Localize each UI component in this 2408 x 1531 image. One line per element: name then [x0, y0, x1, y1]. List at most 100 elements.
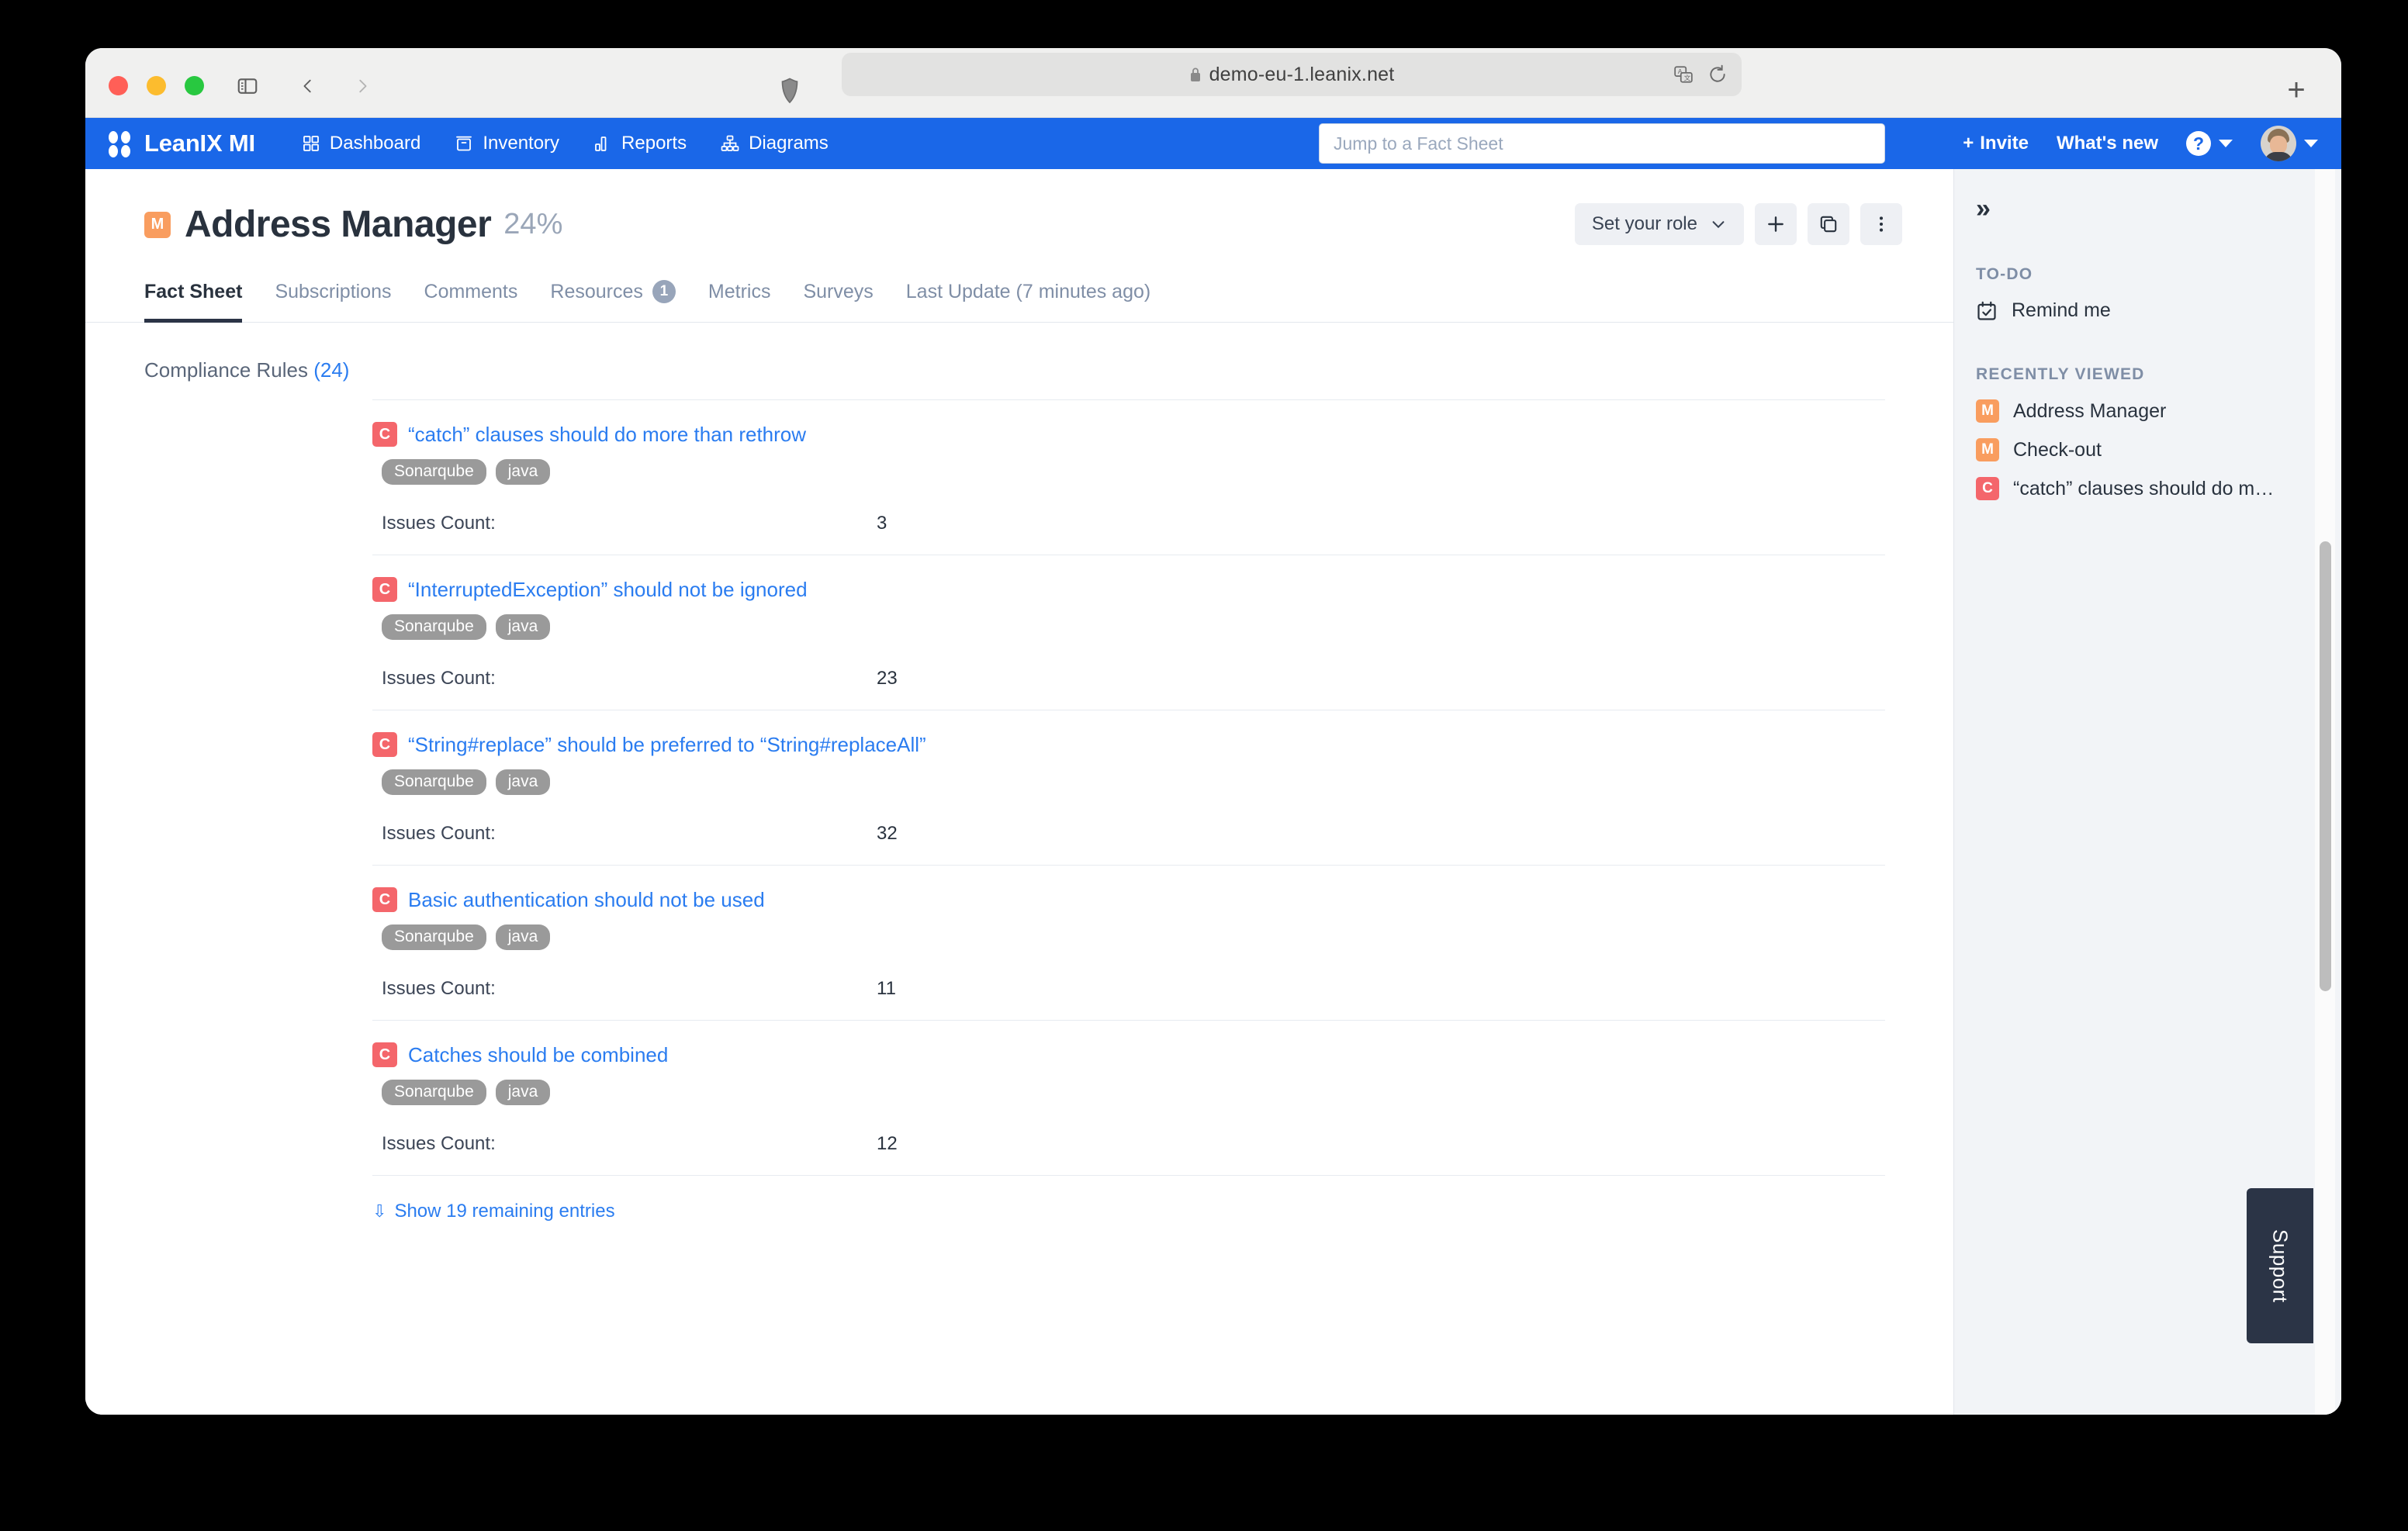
forward-button[interactable] — [349, 73, 375, 99]
fact-sheet-tabs: Fact Sheet Subscriptions Comments Resour… — [85, 280, 1953, 323]
tag-list: Sonarqube java — [382, 769, 1885, 795]
issues-count-value: 11 — [877, 978, 896, 999]
duplicate-button[interactable] — [1808, 203, 1849, 245]
page-title: Address Manager — [185, 204, 492, 245]
tab-metrics[interactable]: Metrics — [708, 281, 771, 323]
tag[interactable]: Sonarqube — [382, 769, 486, 795]
new-tab-button[interactable]: + — [2281, 74, 2312, 105]
tag-list: Sonarqube java — [382, 924, 1885, 950]
tab-fact-sheet[interactable]: Fact Sheet — [144, 281, 243, 323]
lock-icon — [1190, 67, 1200, 81]
show-remaining-entries-button[interactable]: ⇩ Show 19 remaining entries — [372, 1175, 1885, 1222]
support-tab-button[interactable]: Support — [2247, 1188, 2313, 1343]
brand-logo[interactable]: LeanIX MI — [109, 130, 255, 157]
issues-count-label: Issues Count: — [382, 668, 496, 689]
rule-link[interactable]: Basic authentication should not be used — [408, 888, 765, 912]
list-item: C “String#replace” should be preferred t… — [372, 710, 1885, 865]
sidebar-item-check-out[interactable]: M Check-out — [1976, 438, 2341, 461]
tag-list: Sonarqube java — [382, 459, 1885, 485]
minimize-window-button[interactable] — [147, 76, 166, 95]
tag[interactable]: java — [495, 924, 551, 950]
tag[interactable]: java — [495, 614, 551, 640]
tab-last-update[interactable]: Last Update (7 minutes ago) — [906, 281, 1150, 323]
nav-item-dashboard[interactable]: Dashboard — [302, 133, 420, 154]
sidebar-item-label: Address Manager — [2013, 399, 2167, 422]
list-item: C “InterruptedException” should not be i… — [372, 555, 1885, 710]
search-input[interactable] — [1319, 123, 1885, 164]
tab-comments[interactable]: Comments — [424, 281, 518, 323]
rule-metadata: Issues Count: 3 — [382, 513, 1885, 534]
tag[interactable]: Sonarqube — [382, 459, 486, 485]
tab-subscriptions[interactable]: Subscriptions — [275, 281, 391, 323]
nav-item-diagrams[interactable]: Diagrams — [721, 133, 829, 154]
rule-title-row: C “String#replace” should be preferred t… — [372, 732, 1885, 757]
tab-surveys[interactable]: Surveys — [803, 281, 873, 323]
tag[interactable]: java — [495, 1080, 551, 1105]
collapse-sidebar-button[interactable]: » — [1976, 195, 2341, 222]
invite-label: Invite — [1980, 133, 2029, 154]
sidebar-item-catch-clauses[interactable]: C “catch” clauses should do m… — [1976, 477, 2341, 500]
rule-link[interactable]: “String#replace” should be preferred to … — [408, 733, 926, 757]
more-options-button[interactable] — [1860, 203, 1902, 245]
bar-chart-icon — [593, 134, 612, 153]
maximize-window-button[interactable] — [185, 76, 204, 95]
tab-label: Metrics — [708, 281, 771, 302]
user-menu[interactable] — [2261, 126, 2318, 161]
help-menu[interactable]: ? — [2186, 131, 2233, 156]
rule-link[interactable]: “catch” clauses should do more than reth… — [408, 423, 806, 447]
page-scrollbar[interactable] — [2315, 169, 2335, 1415]
window-controls — [109, 76, 204, 95]
scrollbar-thumb[interactable] — [2320, 541, 2331, 991]
shield-icon[interactable] — [780, 78, 799, 104]
rule-title-row: C “catch” clauses should do more than re… — [372, 422, 1885, 447]
set-role-label: Set your role — [1591, 213, 1697, 234]
chevron-down-icon — [2219, 140, 2233, 147]
tag-list: Sonarqube java — [382, 614, 1885, 640]
reload-icon[interactable] — [1707, 64, 1728, 85]
address-bar-actions: A 文 — [1673, 64, 1728, 85]
rule-metadata: Issues Count: 23 — [382, 668, 1885, 689]
tag[interactable]: Sonarqube — [382, 1080, 486, 1105]
nav-item-inventory[interactable]: Inventory — [455, 133, 559, 154]
tag[interactable]: java — [495, 459, 551, 485]
sidebar-item-address-manager[interactable]: M Address Manager — [1976, 399, 2341, 423]
duplicate-icon — [1820, 216, 1837, 233]
back-button[interactable] — [295, 73, 321, 99]
page-header: M Address Manager 24% Set your role — [85, 169, 1953, 246]
archive-icon — [455, 134, 473, 153]
tag[interactable]: Sonarqube — [382, 924, 486, 950]
svg-text:A: A — [1678, 67, 1683, 75]
rule-title-row: C “InterruptedException” should not be i… — [372, 577, 1885, 602]
brand-name: LeanIX MI — [144, 130, 255, 157]
nav-label-reports: Reports — [621, 133, 687, 154]
tab-resources[interactable]: Resources 1 — [550, 280, 676, 323]
close-window-button[interactable] — [109, 76, 128, 95]
issues-count-label: Issues Count: — [382, 823, 496, 844]
sidebar-toggle-icon[interactable] — [234, 73, 261, 99]
set-role-button[interactable]: Set your role — [1574, 203, 1744, 245]
section-count[interactable]: (24) — [313, 358, 349, 382]
sidebar-item-remind-me[interactable]: Remind me — [1976, 299, 2341, 322]
chevron-down-icon — [2304, 140, 2318, 147]
nav-item-reports[interactable]: Reports — [593, 133, 687, 154]
whats-new-button[interactable]: What's new — [2057, 133, 2158, 154]
rule-link[interactable]: “InterruptedException” should not be ign… — [408, 578, 808, 602]
fact-sheet-search[interactable] — [1319, 123, 1885, 164]
status-badge: 1 — [652, 280, 676, 303]
address-bar[interactable]: demo-eu-1.leanix.net A 文 — [842, 53, 1742, 96]
chevron-down-icon — [1712, 221, 1725, 229]
svg-text:文: 文 — [1684, 74, 1691, 82]
add-button[interactable] — [1755, 203, 1797, 245]
rule-link[interactable]: Catches should be combined — [408, 1043, 668, 1067]
support-label: Support — [2268, 1229, 2292, 1303]
tag[interactable]: java — [495, 769, 551, 795]
todo-section-title: TO-DO — [1976, 265, 2033, 283]
translate-icon[interactable]: A 文 — [1673, 64, 1694, 85]
tag[interactable]: Sonarqube — [382, 614, 486, 640]
tab-label: Comments — [424, 281, 518, 302]
compliance-rule-badge: C — [372, 732, 397, 757]
invite-button[interactable]: + Invite — [1963, 133, 2029, 154]
avatar — [2261, 126, 2296, 161]
compliance-rules-list: C “catch” clauses should do more than re… — [372, 399, 1885, 1222]
section-header: Compliance Rules (24) — [85, 323, 1953, 382]
